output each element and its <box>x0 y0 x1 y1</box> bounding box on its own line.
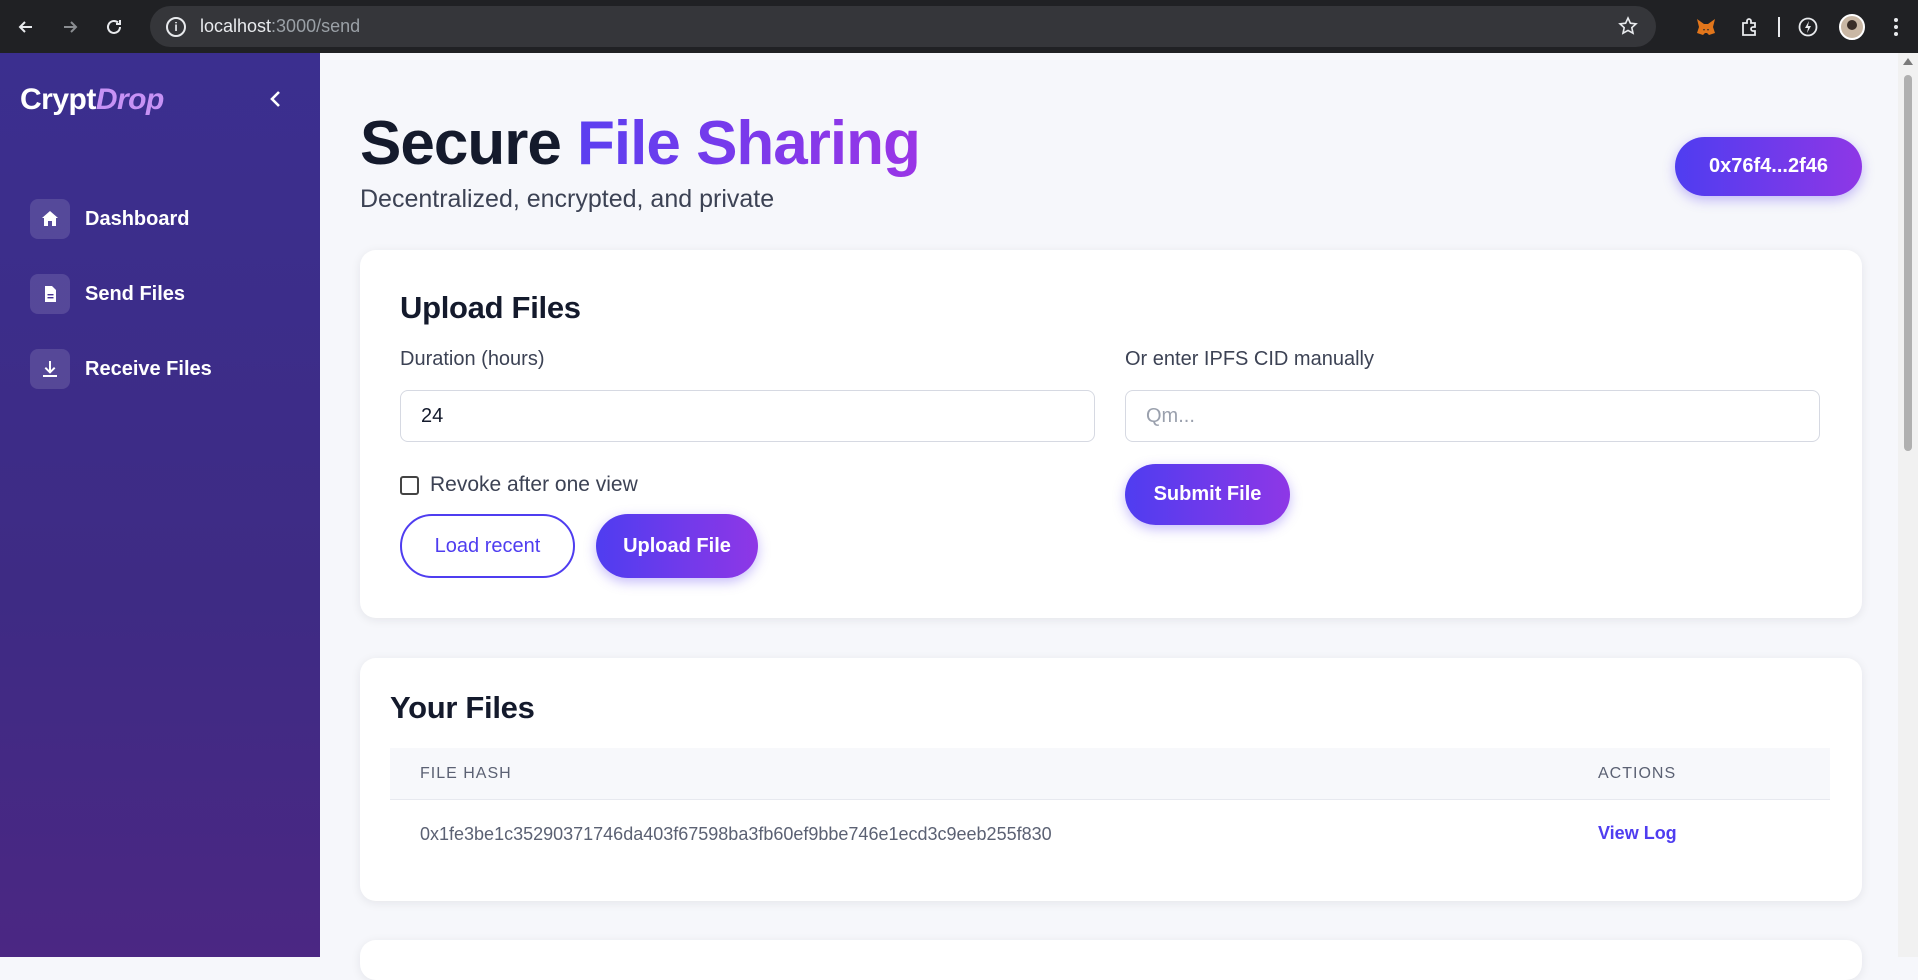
chevron-left-icon <box>270 91 280 107</box>
document-icon <box>30 274 70 314</box>
scrollbar-thumb[interactable] <box>1904 75 1912 451</box>
table-header: FILE HASH ACTIONS <box>390 748 1830 800</box>
metamask-fox-icon[interactable] <box>1690 11 1722 43</box>
upload-file-button[interactable]: Upload File <box>596 514 758 578</box>
back-arrow-icon <box>18 20 32 33</box>
table-row: 0x1fe3be1c35290371746da403f67598ba3fb60e… <box>390 800 1830 870</box>
cid-label: Or enter IPFS CID manually <box>1125 348 1374 370</box>
reload-icon <box>107 19 121 34</box>
collapse-sidebar-button[interactable] <box>262 85 290 113</box>
sidebar-item-label: Receive Files <box>85 357 212 380</box>
browser-menu-icon[interactable] <box>1880 11 1912 43</box>
bookmark-star-icon[interactable] <box>1618 16 1638 36</box>
your-files-card: Your Files FILE HASH ACTIONS 0x1fe3be1c3… <box>360 658 1862 901</box>
address-bar[interactable]: i localhost:3000/send <box>150 6 1656 47</box>
upload-files-card: Upload Files Duration (hours) 24 Revoke … <box>360 250 1862 618</box>
site-info-icon[interactable]: i <box>166 16 186 37</box>
forward-arrow-icon <box>64 20 78 33</box>
submit-file-button[interactable]: Submit File <box>1125 464 1290 525</box>
page-subtitle: Decentralized, encrypted, and private <box>360 185 775 213</box>
sidebar-item-send-files[interactable]: Send Files <box>30 274 212 314</box>
profile-avatar[interactable] <box>1836 11 1868 43</box>
toolbar-separator <box>1778 16 1780 37</box>
file-hash-cell: 0x1fe3be1c35290371746da403f67598ba3fb60e… <box>420 824 1052 844</box>
next-card <box>360 940 1862 980</box>
upload-heading: Upload Files <box>400 290 581 325</box>
sidebar-item-label: Send Files <box>85 282 186 305</box>
load-recent-button[interactable]: Load recent <box>400 514 575 578</box>
home-icon <box>30 199 70 239</box>
app-logo[interactable]: CryptDrop <box>20 83 164 117</box>
download-icon <box>30 349 70 389</box>
back-button[interactable] <box>8 9 44 45</box>
duration-input[interactable]: 24 <box>400 390 1095 442</box>
sidebar-item-dashboard[interactable]: Dashboard <box>30 199 212 239</box>
sidebar-item-receive-files[interactable]: Receive Files <box>30 349 212 389</box>
revoke-checkbox[interactable] <box>400 475 419 495</box>
browser-toolbar: i localhost:3000/send <box>0 0 1918 53</box>
duration-label: Duration (hours) <box>400 348 545 370</box>
url-text: localhost:3000/send <box>200 16 361 36</box>
column-header-file-hash: FILE HASH <box>420 765 512 782</box>
revoke-label: Revoke after one view <box>430 473 638 496</box>
wallet-address-button[interactable]: 0x76f4...2f46 <box>1675 137 1862 196</box>
forward-button[interactable] <box>52 9 88 45</box>
your-files-heading: Your Files <box>390 690 535 725</box>
cid-input[interactable] <box>1125 390 1820 442</box>
extensions-puzzle-icon[interactable] <box>1734 11 1766 43</box>
revoke-checkbox-row[interactable]: Revoke after one view <box>400 473 638 497</box>
scroll-up-arrow-icon[interactable] <box>1903 58 1913 65</box>
page-scrollbar[interactable] <box>1898 53 1918 957</box>
reload-button[interactable] <box>96 9 132 45</box>
sidebar-item-label: Dashboard <box>85 207 190 230</box>
sidebar-nav: Dashboard Send Files Receive Files <box>30 199 212 424</box>
sidebar: CryptDrop Dashboard Send Files Receive F… <box>0 53 320 957</box>
main-content: Secure File Sharing Decentralized, encry… <box>320 53 1898 980</box>
column-header-actions: ACTIONS <box>1598 765 1677 782</box>
page-title: Secure File Sharing <box>360 109 921 178</box>
view-log-link[interactable]: View Log <box>1598 823 1677 844</box>
performance-icon[interactable] <box>1792 11 1824 43</box>
